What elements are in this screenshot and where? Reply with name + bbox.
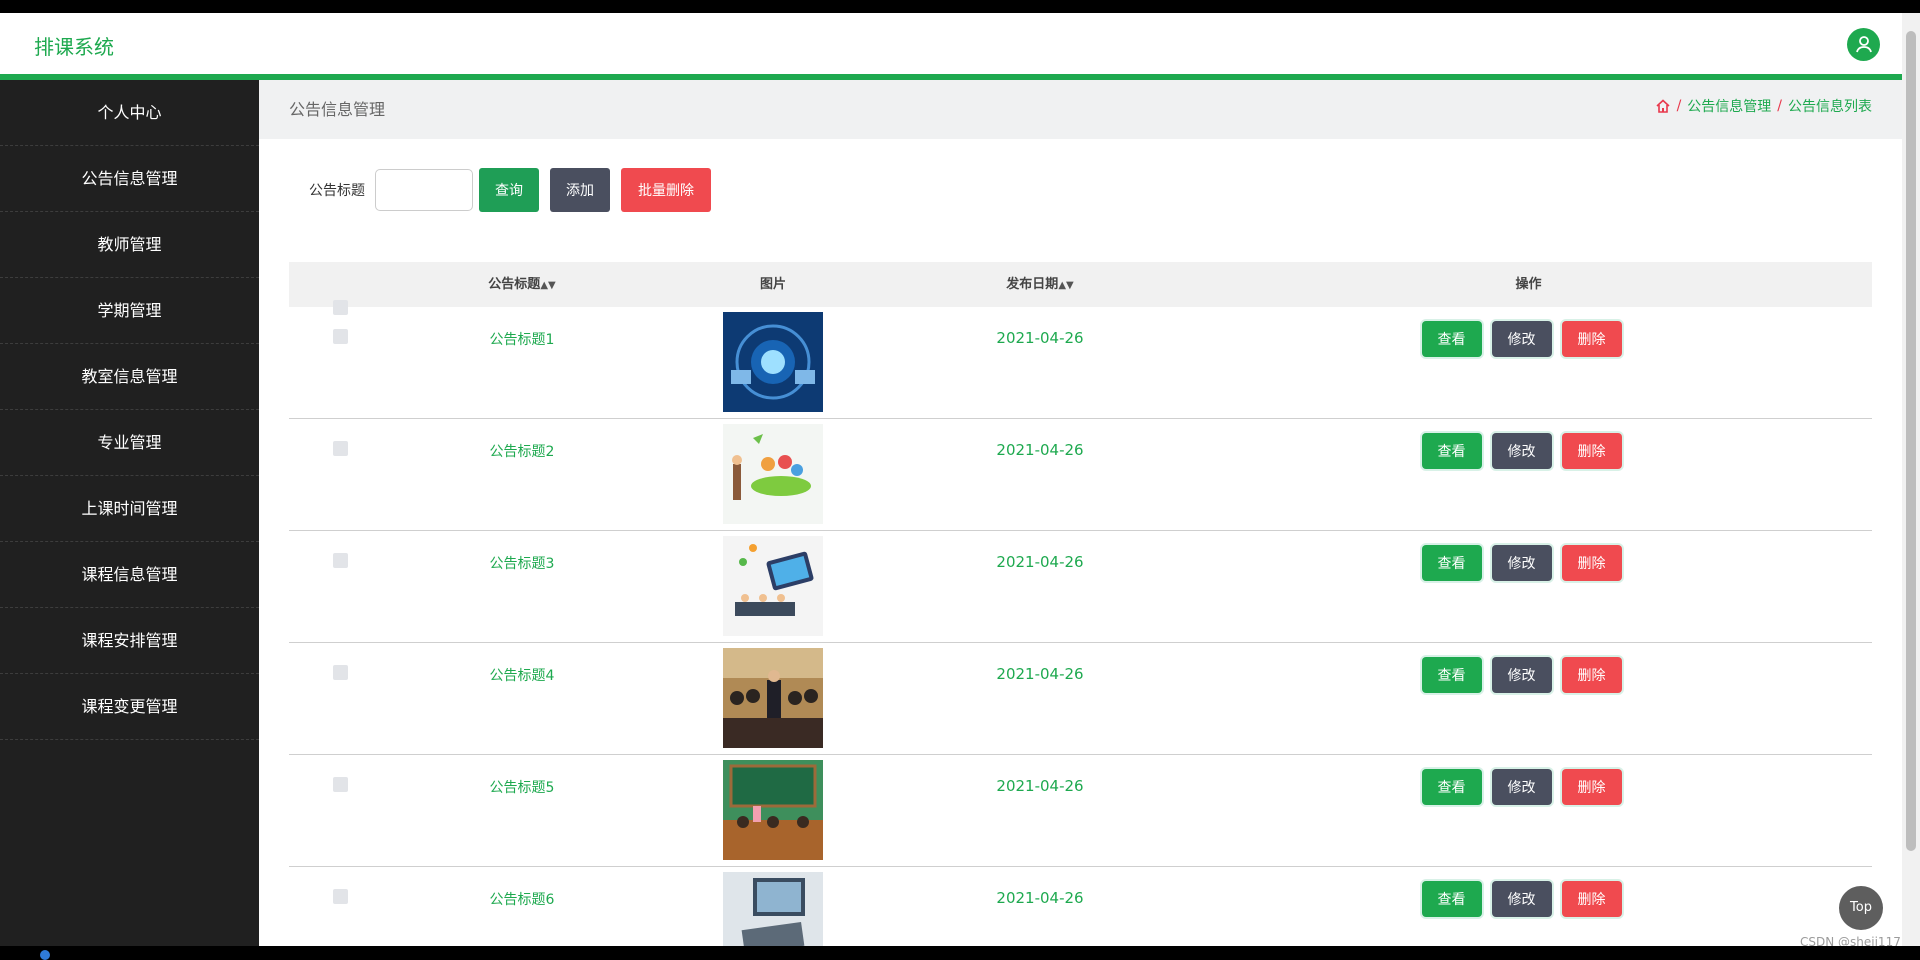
table-row: 公告标题3 2021-04-26 查看 修改 删除 (289, 531, 1872, 643)
view-button[interactable]: 查看 (1421, 545, 1482, 581)
row-title: 公告标题5 (489, 780, 555, 796)
row-checkbox[interactable] (333, 665, 348, 680)
edit-button[interactable]: 修改 (1491, 321, 1552, 357)
app-frame: 排课系统 个人中心 公告信息管理 教师管理 学期管理 教室信息管理 专业管理 上… (0, 13, 1902, 946)
sidebar-item-classrooms[interactable]: 教室信息管理 (0, 344, 259, 410)
col-ops-header: 操作 (1515, 277, 1542, 292)
edit-button[interactable]: 修改 (1491, 769, 1552, 805)
view-button[interactable]: 查看 (1421, 321, 1482, 357)
sidebar-item-semesters[interactable]: 学期管理 (0, 278, 259, 344)
sidebar-item-profile[interactable]: 个人中心 (0, 80, 259, 146)
row-title: 公告标题2 (489, 444, 555, 460)
notice-table: 公告标题▲▼ 图片 发布日期▲▼ 操作 公告标题1 2021-04-26 查看 … (289, 262, 1872, 946)
sidebar-item-schedules[interactable]: 课程安排管理 (0, 608, 259, 674)
view-button[interactable]: 查看 (1421, 881, 1482, 917)
view-button[interactable]: 查看 (1421, 769, 1482, 805)
col-image-header: 图片 (759, 277, 786, 292)
home-icon[interactable] (1655, 98, 1671, 114)
search-label: 公告标题 (309, 183, 365, 199)
sort-icon[interactable]: ▲▼ (540, 280, 555, 291)
row-checkbox[interactable] (333, 553, 348, 568)
back-to-top-button[interactable]: Top (1839, 886, 1883, 930)
col-date-header[interactable]: 发布日期▲▼ (895, 262, 1185, 308)
row-date: 2021-04-26 (996, 553, 1084, 571)
notice-image (723, 424, 823, 524)
table-row: 公告标题2 2021-04-26 查看 修改 删除 (289, 419, 1872, 531)
sidebar-item-notices[interactable]: 公告信息管理 (0, 146, 259, 212)
bottom-bar (0, 946, 1920, 960)
table-row: 公告标题5 2021-04-26 查看 修改 删除 (289, 755, 1872, 867)
row-checkbox[interactable] (333, 889, 348, 904)
page-title: 公告信息管理 (289, 100, 386, 119)
view-button[interactable]: 查看 (1421, 657, 1482, 693)
row-checkbox[interactable] (333, 329, 348, 344)
edit-button[interactable]: 修改 (1491, 657, 1552, 693)
batch-delete-button[interactable]: 批量删除 (621, 168, 711, 212)
edit-button[interactable]: 修改 (1491, 433, 1552, 469)
row-date: 2021-04-26 (996, 441, 1084, 459)
row-title: 公告标题4 (489, 668, 555, 684)
app-title: 排课系统 (34, 35, 114, 59)
row-title: 公告标题1 (489, 332, 555, 348)
view-button[interactable]: 查看 (1421, 433, 1482, 469)
row-date: 2021-04-26 (996, 889, 1084, 907)
col-title-header[interactable]: 公告标题▲▼ (393, 262, 651, 308)
delete-button[interactable]: 删除 (1561, 769, 1622, 805)
breadcrumb-separator: / (1676, 98, 1682, 114)
scrollbar-thumb[interactable] (1906, 31, 1916, 851)
breadcrumb-item-notices[interactable]: 公告信息管理 (1687, 96, 1771, 116)
taskbar-indicator (40, 950, 50, 960)
sort-icon[interactable]: ▲▼ (1058, 280, 1073, 291)
page-scrollbar[interactable] (1902, 13, 1920, 946)
sidebar-item-teachers[interactable]: 教师管理 (0, 212, 259, 278)
add-button[interactable]: 添加 (550, 168, 610, 212)
notice-image (723, 648, 823, 748)
sidebar-item-class-times[interactable]: 上课时间管理 (0, 476, 259, 542)
title-search-input[interactable] (375, 169, 473, 211)
sidebar-item-majors[interactable]: 专业管理 (0, 410, 259, 476)
sidebar: 个人中心 公告信息管理 教师管理 学期管理 教室信息管理 专业管理 上课时间管理… (0, 80, 259, 946)
row-date: 2021-04-26 (996, 329, 1084, 347)
query-button[interactable]: 查询 (479, 168, 539, 212)
user-icon (1856, 36, 1872, 53)
table-row: 公告标题1 2021-04-26 查看 修改 删除 (289, 307, 1872, 419)
delete-button[interactable]: 删除 (1561, 321, 1622, 357)
row-date: 2021-04-26 (996, 777, 1084, 795)
top-header: 排课系统 (0, 13, 1902, 80)
search-bar: 公告标题 查询 添加 批量删除 (309, 168, 722, 212)
main-content: 公告信息管理 / 公告信息管理 / 公告信息列表 公告标题 查询 添加 批量删除 (259, 80, 1902, 946)
breadcrumb-bar: 公告信息管理 / 公告信息管理 / 公告信息列表 (259, 80, 1902, 139)
delete-button[interactable]: 删除 (1561, 657, 1622, 693)
delete-button[interactable]: 删除 (1561, 545, 1622, 581)
avatar[interactable] (1847, 28, 1880, 61)
edit-button[interactable]: 修改 (1491, 881, 1552, 917)
delete-button[interactable]: 删除 (1561, 881, 1622, 917)
row-title: 公告标题6 (489, 892, 555, 908)
notice-image (723, 760, 823, 860)
table-header: 公告标题▲▼ 图片 发布日期▲▼ 操作 (289, 262, 1872, 315)
row-checkbox[interactable] (333, 441, 348, 456)
sidebar-item-changes[interactable]: 课程变更管理 (0, 674, 259, 740)
notice-image (723, 536, 823, 636)
breadcrumb: / 公告信息管理 / 公告信息列表 (1655, 96, 1872, 116)
breadcrumb-item-list[interactable]: 公告信息列表 (1788, 96, 1872, 116)
notice-image (723, 872, 823, 946)
row-title: 公告标题3 (489, 556, 555, 572)
delete-button[interactable]: 删除 (1561, 433, 1622, 469)
table-row: 公告标题4 2021-04-26 查看 修改 删除 (289, 643, 1872, 755)
breadcrumb-separator: / (1777, 98, 1782, 114)
notice-image (723, 312, 823, 412)
row-date: 2021-04-26 (996, 665, 1084, 683)
row-checkbox[interactable] (333, 777, 348, 792)
table-row: 公告标题6 2021-04-26 查看 修改 删除 (289, 867, 1872, 946)
edit-button[interactable]: 修改 (1491, 545, 1552, 581)
sidebar-item-courses[interactable]: 课程信息管理 (0, 542, 259, 608)
